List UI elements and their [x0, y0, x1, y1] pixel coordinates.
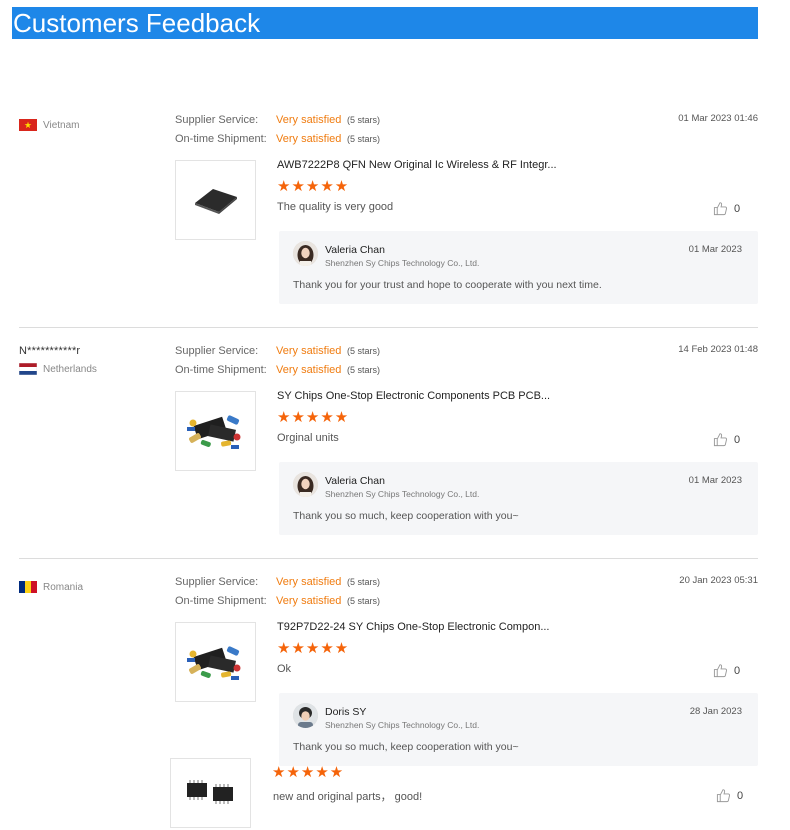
- divider: [19, 558, 758, 559]
- romania-flag-icon: [19, 581, 37, 593]
- buyer-info: Romania: [19, 581, 83, 593]
- buyer-name: N***********r: [19, 345, 81, 357]
- vietnam-flag-icon: [19, 119, 37, 131]
- shipment-label: On-time Shipment:: [175, 132, 267, 145]
- divider: [19, 327, 758, 328]
- buyer-country: Netherlands: [43, 363, 97, 375]
- like-button[interactable]: 0: [716, 788, 743, 803]
- reply-date: 01 Mar 2023: [688, 475, 742, 486]
- product-title-link[interactable]: SY Chips One-Stop Electronic Components …: [277, 390, 550, 402]
- like-count: 0: [734, 433, 741, 446]
- product-thumbnail[interactable]: [170, 758, 251, 828]
- reply-text: Thank you for your trust and hope to coo…: [293, 279, 602, 291]
- reply-author: Valeria Chan: [325, 244, 385, 256]
- shipment-value: Very satisfied: [276, 132, 342, 145]
- supplier-service-stars: (5 stars): [347, 114, 381, 125]
- qfn-chip-icon: [194, 189, 237, 214]
- reply-company: Shenzhen Sy Chips Technology Co., Ltd.: [325, 258, 480, 268]
- review-comment: Orginal units: [277, 432, 339, 444]
- ratings: Supplier Service: Very satisfied (5 star…: [175, 572, 380, 610]
- shipment-label: On-time Shipment:: [175, 594, 267, 607]
- buyer-country: Vietnam: [43, 119, 80, 131]
- reply-text: Thank you so much, keep cooperation with…: [293, 510, 519, 522]
- review-comment: The quality is very good: [277, 201, 394, 213]
- components-pile-icon: [186, 646, 240, 680]
- reply-author: Doris SY: [325, 706, 367, 718]
- avatar: [293, 241, 318, 266]
- star-rating: ★★★★★: [277, 640, 350, 657]
- ratings: Supplier Service: Very satisfied (5 star…: [175, 110, 380, 148]
- product-title-link[interactable]: AWB7222P8 QFN New Original Ic Wireless &…: [277, 159, 557, 171]
- review-date: 20 Jan 2023 05:31: [679, 575, 758, 586]
- product-thumbnail[interactable]: [175, 391, 256, 471]
- review-date: 14 Feb 2023 01:48: [678, 344, 758, 355]
- supplier-service-stars: (5 stars): [347, 576, 381, 587]
- supplier-service-label: Supplier Service:: [175, 344, 259, 357]
- supplier-service-value: Very satisfied: [276, 344, 342, 357]
- product-thumbnail[interactable]: [175, 622, 256, 702]
- supplier-reply: Valeria Chan Shenzhen Sy Chips Technolog…: [279, 462, 758, 535]
- reply-author: Valeria Chan: [325, 475, 385, 487]
- netherlands-flag-icon: [19, 363, 37, 375]
- star-rating: ★★★★★: [272, 764, 345, 781]
- avatar: [293, 703, 318, 728]
- shipment-label: On-time Shipment:: [175, 363, 267, 376]
- product-title-link[interactable]: T92P7D22-24 SY Chips One-Stop Electronic…: [277, 621, 550, 633]
- thumbs-up-icon: [713, 202, 728, 216]
- review-comment: new and original parts， good!: [273, 791, 423, 803]
- product-thumbnail[interactable]: [175, 160, 256, 240]
- reply-text: Thank you so much, keep cooperation with…: [293, 741, 519, 753]
- thumbs-up-icon: [713, 433, 728, 447]
- supplier-service-stars: (5 stars): [347, 345, 381, 356]
- soic-chip-icon: [186, 780, 233, 804]
- like-count: 0: [737, 789, 744, 802]
- shipment-value: Very satisfied: [276, 594, 342, 607]
- like-button[interactable]: 0: [713, 201, 740, 216]
- reply-company: Shenzhen Sy Chips Technology Co., Ltd.: [325, 720, 480, 730]
- shipment-stars: (5 stars): [347, 364, 381, 375]
- buyer-country: Romania: [43, 581, 84, 593]
- supplier-service-label: Supplier Service:: [175, 575, 259, 588]
- supplier-service-value: Very satisfied: [276, 575, 342, 588]
- shipment-value: Very satisfied: [276, 363, 342, 376]
- supplier-service-value: Very satisfied: [276, 113, 342, 126]
- star-rating: ★★★★★: [277, 409, 350, 426]
- star-rating: ★★★★★: [277, 178, 350, 195]
- like-count: 0: [734, 664, 741, 677]
- like-count: 0: [734, 202, 741, 215]
- avatar: [293, 472, 318, 497]
- page-title: Customers Feedback: [12, 7, 758, 39]
- review-comment: Ok: [277, 663, 292, 675]
- supplier-reply: Valeria Chan Shenzhen Sy Chips Technolog…: [279, 231, 758, 304]
- review-date: 01 Mar 2023 01:46: [678, 113, 758, 124]
- like-button[interactable]: 0: [713, 432, 740, 447]
- supplier-service-label: Supplier Service:: [175, 113, 259, 126]
- like-button[interactable]: 0: [713, 663, 740, 678]
- shipment-stars: (5 stars): [347, 595, 381, 606]
- components-pile-icon: [186, 415, 240, 449]
- shipment-stars: (5 stars): [347, 133, 381, 144]
- thumbs-up-icon: [713, 664, 728, 678]
- reply-date: 01 Mar 2023: [688, 244, 742, 255]
- reply-date: 28 Jan 2023: [689, 706, 742, 717]
- buyer-info: Vietnam: [19, 119, 80, 131]
- thumbs-up-icon: [716, 789, 731, 803]
- buyer-info: N***********r Netherlands: [19, 345, 97, 375]
- reply-company: Shenzhen Sy Chips Technology Co., Ltd.: [325, 489, 480, 499]
- ratings: Supplier Service: Very satisfied (5 star…: [175, 341, 380, 379]
- supplier-reply: Doris SY Shenzhen Sy Chips Technology Co…: [279, 693, 758, 766]
